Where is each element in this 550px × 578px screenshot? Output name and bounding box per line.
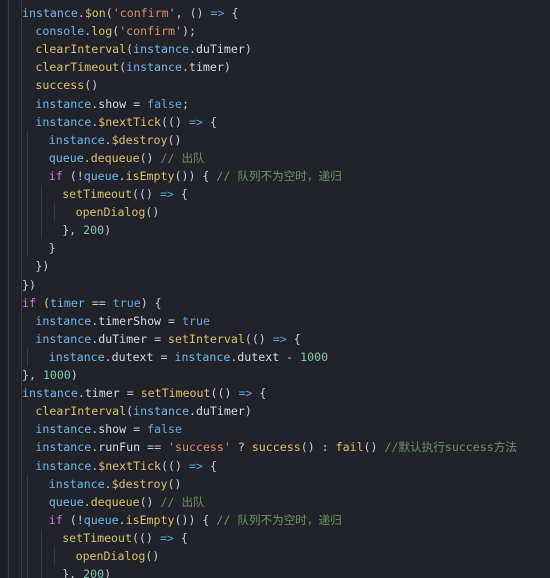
indent-guide-segment [27, 474, 29, 578]
code-line[interactable]: instance.duTimer = setInterval(() => { [35, 330, 300, 348]
code-line-text: instance.$destroy() [48, 132, 182, 147]
code-line-text: openDialog() [75, 205, 160, 220]
code-line-text: setTimeout(() => { [62, 187, 188, 201]
code-line[interactable]: }, 1000) [22, 366, 78, 384]
code-line-text: instance.$on('confirm', () => { [22, 6, 239, 20]
code-line[interactable]: success() [35, 76, 98, 94]
code-line[interactable]: instance.timer = setTimeout(() => { [22, 384, 266, 402]
code-line[interactable]: clearInterval(instance.duTimer) [35, 402, 251, 420]
code-line[interactable]: }, 200) [62, 221, 111, 239]
code-line-text: instance.$destroy() [48, 476, 182, 491]
code-line[interactable]: if (!queue.isEmpty()) { // 队列不为空时，递归 [49, 167, 342, 185]
code-line-text: instance.timerShow = true [35, 313, 210, 328]
code-line-text: console.log('confirm'); [35, 24, 196, 39]
code-line[interactable]: }) [22, 276, 36, 294]
code-line[interactable]: instance.$destroy() [49, 475, 182, 493]
code-line[interactable]: instance.runFun == 'success' ? success()… [35, 438, 517, 456]
code-line-text: instance.runFun == 'success' ? success()… [35, 440, 517, 455]
code-line-text: clearInterval(instance.duTimer) [35, 404, 252, 419]
code-line[interactable]: instance.show = false; [35, 95, 189, 113]
code-line[interactable]: setTimeout(() => { [62, 529, 188, 547]
indent-guide-segment [27, 130, 29, 258]
code-line-text: } [48, 241, 56, 256]
indent-guide-segment [54, 547, 56, 566]
editor-gutter [0, 0, 6, 578]
code-line-text: if (timer == true) { [22, 295, 162, 310]
code-line-text: }, 1000) [22, 368, 78, 382]
code-line-text: }, 200) [62, 567, 112, 578]
code-line-text: instance.duTimer = setInterval(() => { [35, 331, 301, 346]
code-line-text: instance.$nextTick(() => { [35, 114, 217, 129]
code-line-text: instance.show = false; [35, 96, 189, 111]
code-line[interactable]: console.log('confirm'); [35, 22, 196, 40]
code-line-text: instance.timer = setTimeout(() => { [22, 386, 267, 401]
code-line[interactable]: instance.$destroy() [49, 131, 182, 149]
code-line-text: clearInterval(instance.duTimer) [35, 42, 252, 57]
code-line-text: instance.dutext = instance.dutext - 1000 [48, 349, 329, 364]
code-line[interactable]: openDialog() [76, 203, 160, 221]
code-line-text: queue.dequeue() // 出队 [48, 494, 205, 509]
code-line[interactable]: queue.dequeue() // 出队 [49, 493, 205, 511]
code-line[interactable]: instance.timerShow = true [35, 312, 210, 330]
code-line[interactable]: }) [35, 257, 49, 275]
code-line-text: if (!queue.isEmpty()) { // 队列不为空时，递归 [48, 512, 342, 527]
code-line[interactable]: instance.show = false [35, 420, 182, 438]
code-line-text: clearTimeout(instance.timer) [35, 60, 231, 75]
code-line[interactable]: } [49, 239, 56, 257]
code-line-text: }, 200) [62, 223, 112, 238]
code-line-text: queue.dequeue() // 出队 [48, 150, 205, 165]
code-line[interactable]: openDialog() [76, 547, 160, 565]
code-line[interactable]: instance.$nextTick(() => { [35, 457, 217, 475]
indent-guide-segment [40, 528, 42, 578]
code-line-text: }) [35, 259, 50, 274]
code-line-text: instance.$nextTick(() => { [35, 458, 217, 473]
code-line-text: success() [35, 78, 99, 93]
code-line-text: if (!queue.isEmpty()) { // 队列不为空时，递归 [48, 168, 342, 183]
code-line[interactable]: clearTimeout(instance.timer) [35, 58, 230, 76]
code-line-text: openDialog() [75, 549, 160, 563]
code-line[interactable]: clearInterval(instance.duTimer) [35, 40, 251, 58]
code-line[interactable]: instance.$on('confirm', () => { [22, 4, 238, 22]
code-line[interactable]: instance.dutext = instance.dutext - 1000 [49, 348, 328, 366]
code-line[interactable]: instance.$nextTick(() => { [35, 113, 217, 131]
code-line[interactable]: }, 200) [62, 565, 111, 578]
code-line[interactable]: if (!queue.isEmpty()) { // 队列不为空时，递归 [49, 511, 342, 529]
indent-guide-segment [54, 203, 56, 222]
indent-guide-segment [27, 347, 29, 366]
code-line-text: instance.show = false [35, 422, 182, 437]
indent-guide-segment [40, 185, 42, 240]
code-line[interactable]: queue.dequeue() // 出队 [49, 149, 205, 167]
code-line-text: }) [22, 277, 36, 292]
code-line[interactable]: setTimeout(() => { [62, 185, 188, 203]
code-line[interactable]: if (timer == true) { [22, 294, 162, 312]
code-line-text: setTimeout(() => { [62, 530, 188, 545]
code-content[interactable]: instance.$on('confirm', () => { console.l… [0, 0, 550, 578]
code-editor[interactable]: instance.$on('confirm', () => { console.l… [0, 0, 550, 578]
